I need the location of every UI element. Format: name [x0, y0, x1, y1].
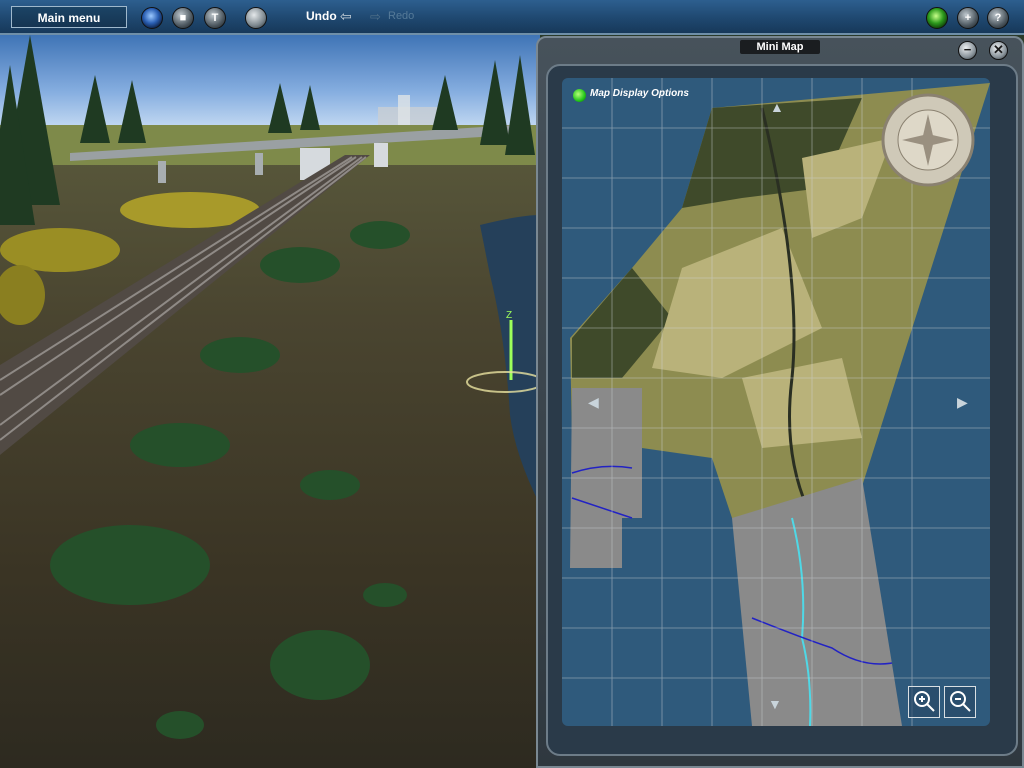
close-icon[interactable]: ✕ [989, 41, 1008, 60]
grid-icon[interactable] [245, 7, 267, 29]
map-display-options-link[interactable]: Map Display Options [590, 88, 689, 99]
minimap-terrain [562, 78, 990, 726]
zoom-in-icon[interactable] [908, 686, 940, 718]
undo-arrow-icon[interactable]: ⇦ [340, 8, 354, 24]
pan-up-arrow-icon[interactable]: ▲ [770, 99, 784, 115]
pan-right-arrow-icon[interactable]: ▶ [957, 394, 968, 411]
pan-left-arrow-icon[interactable]: ◀ [588, 394, 599, 411]
redo-button: Redo [388, 10, 415, 22]
minimap-canvas[interactable] [562, 78, 990, 726]
top-toolbar: Main menu ■ T Undo ⇦ ⇨ Redo + ? [0, 0, 1024, 35]
redo-arrow-icon: ⇨ [370, 9, 381, 24]
minimap-title: Mini Map [740, 40, 820, 54]
status-light-icon[interactable] [926, 7, 948, 29]
main-menu-button[interactable]: Main menu [11, 6, 127, 28]
add-icon[interactable]: + [957, 7, 979, 29]
help-icon[interactable]: ? [987, 7, 1009, 29]
pan-down-arrow-icon[interactable]: ▼ [768, 696, 782, 712]
driver-mode-icon[interactable] [141, 7, 163, 29]
minimize-icon[interactable]: − [958, 41, 977, 60]
undo-button[interactable]: Undo [306, 9, 337, 23]
zoom-out-icon[interactable] [944, 686, 976, 718]
stop-icon[interactable]: ■ [172, 7, 194, 29]
display-options-dot-icon[interactable] [573, 89, 586, 102]
world-viewport[interactable]: Z [0, 35, 540, 768]
svg-text:Z: Z [506, 310, 512, 321]
tools-icon[interactable]: T [204, 7, 226, 29]
scene-artwork: Z [0, 35, 540, 739]
